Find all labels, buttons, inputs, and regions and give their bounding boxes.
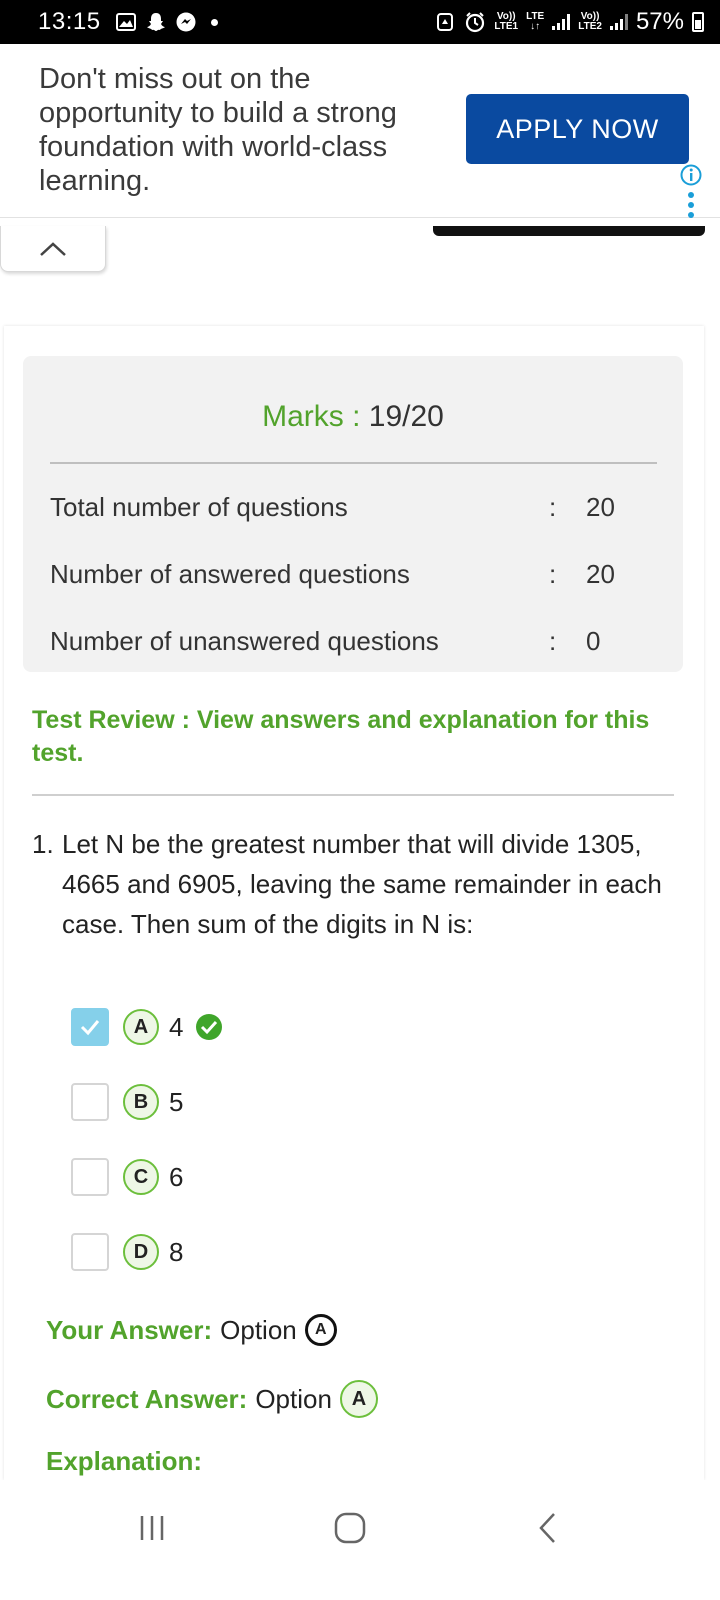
alarm-icon bbox=[464, 11, 486, 33]
option-value: 4 bbox=[169, 1011, 184, 1042]
option-c[interactable]: C 6 bbox=[71, 1156, 183, 1198]
battery-icon bbox=[692, 12, 704, 32]
chevron-up-icon bbox=[40, 241, 66, 256]
clock: 13:15 bbox=[38, 8, 101, 35]
recycle-icon bbox=[434, 11, 456, 33]
divider bbox=[50, 462, 657, 464]
sim2-network: Vo)) LTE2 bbox=[578, 11, 602, 32]
option-d-checkbox[interactable] bbox=[71, 1233, 109, 1271]
option-value: 5 bbox=[169, 1086, 184, 1117]
system-nav-bar bbox=[0, 1480, 720, 1600]
option-value: 6 bbox=[169, 1161, 184, 1192]
option-c-checkbox[interactable] bbox=[71, 1158, 109, 1196]
marks-summary: Marks : 19/20 Total number of questions … bbox=[23, 356, 683, 672]
recent-apps-button[interactable] bbox=[122, 1504, 182, 1552]
ad-text: Don't miss out on the opportunity to bui… bbox=[39, 63, 397, 197]
recents-icon bbox=[140, 1516, 164, 1540]
option-letter: A bbox=[123, 1009, 159, 1045]
status-bar: 13:15 Vo)) LTE1 LTE ↓↑ Vo)) LTE2 57% bbox=[0, 0, 720, 44]
option-letter: B bbox=[123, 1084, 159, 1120]
explanation-label: Explanation: bbox=[46, 1446, 203, 1476]
marks-value: 19/20 bbox=[368, 400, 444, 433]
option-a-checkbox[interactable] bbox=[71, 1008, 109, 1046]
lte-indicator: LTE ↓↑ bbox=[526, 11, 545, 32]
correct-answer-label: Correct Answer: bbox=[46, 1383, 248, 1414]
option-d[interactable]: D 8 bbox=[71, 1231, 183, 1273]
correct-answer-text: Option bbox=[255, 1383, 332, 1414]
test-review-heading: Test Review : View answers and explanati… bbox=[32, 706, 650, 767]
your-answer-label: Your Answer: bbox=[46, 1314, 213, 1345]
your-answer: Your Answer: Option A bbox=[46, 1314, 337, 1346]
battery-percent: 57% bbox=[635, 8, 684, 35]
ad-options-icon[interactable] bbox=[688, 192, 694, 218]
option-a[interactable]: A 4 bbox=[71, 1006, 223, 1048]
marks-label: Marks : bbox=[262, 400, 361, 433]
option-letter: C bbox=[123, 1159, 159, 1195]
option-b[interactable]: B 5 bbox=[71, 1081, 183, 1123]
correct-answer-letter: A bbox=[339, 1380, 378, 1418]
signal-icon-2 bbox=[609, 14, 628, 30]
question-number: 1. bbox=[32, 829, 54, 859]
apply-now-button[interactable]: APPLY NOW bbox=[466, 94, 689, 164]
correct-answer: Correct Answer: Option A bbox=[46, 1380, 378, 1418]
your-answer-text: Option bbox=[220, 1314, 297, 1345]
back-button[interactable] bbox=[518, 1504, 578, 1552]
snapchat-icon bbox=[145, 11, 167, 33]
option-letter: D bbox=[123, 1234, 159, 1270]
ad-banner[interactable]: Don't miss out on the opportunity to bui… bbox=[0, 44, 720, 218]
correct-check-icon bbox=[195, 1013, 223, 1041]
gallery-icon bbox=[115, 11, 137, 33]
home-icon bbox=[334, 1512, 366, 1544]
option-value: 8 bbox=[169, 1236, 184, 1267]
your-answer-letter: A bbox=[304, 1314, 337, 1346]
collapse-ad-button[interactable] bbox=[0, 226, 106, 272]
back-icon bbox=[539, 1513, 555, 1543]
test-result-card: Marks : 19/20 Total number of questions … bbox=[4, 326, 704, 1480]
home-button[interactable] bbox=[320, 1504, 380, 1552]
messenger-icon bbox=[175, 11, 197, 33]
signal-icon bbox=[552, 14, 571, 30]
option-b-checkbox[interactable] bbox=[71, 1083, 109, 1121]
divider bbox=[32, 794, 674, 796]
marks-title: Marks : 19/20 bbox=[23, 400, 683, 434]
sim1-network: Vo)) LTE1 bbox=[494, 11, 519, 32]
checkmark-icon bbox=[80, 1020, 100, 1036]
question-text: Let N be the greatest number that will d… bbox=[62, 829, 662, 939]
ad-divider bbox=[433, 226, 705, 236]
ad-info-icon[interactable] bbox=[680, 164, 702, 191]
notification-dot bbox=[210, 18, 218, 26]
